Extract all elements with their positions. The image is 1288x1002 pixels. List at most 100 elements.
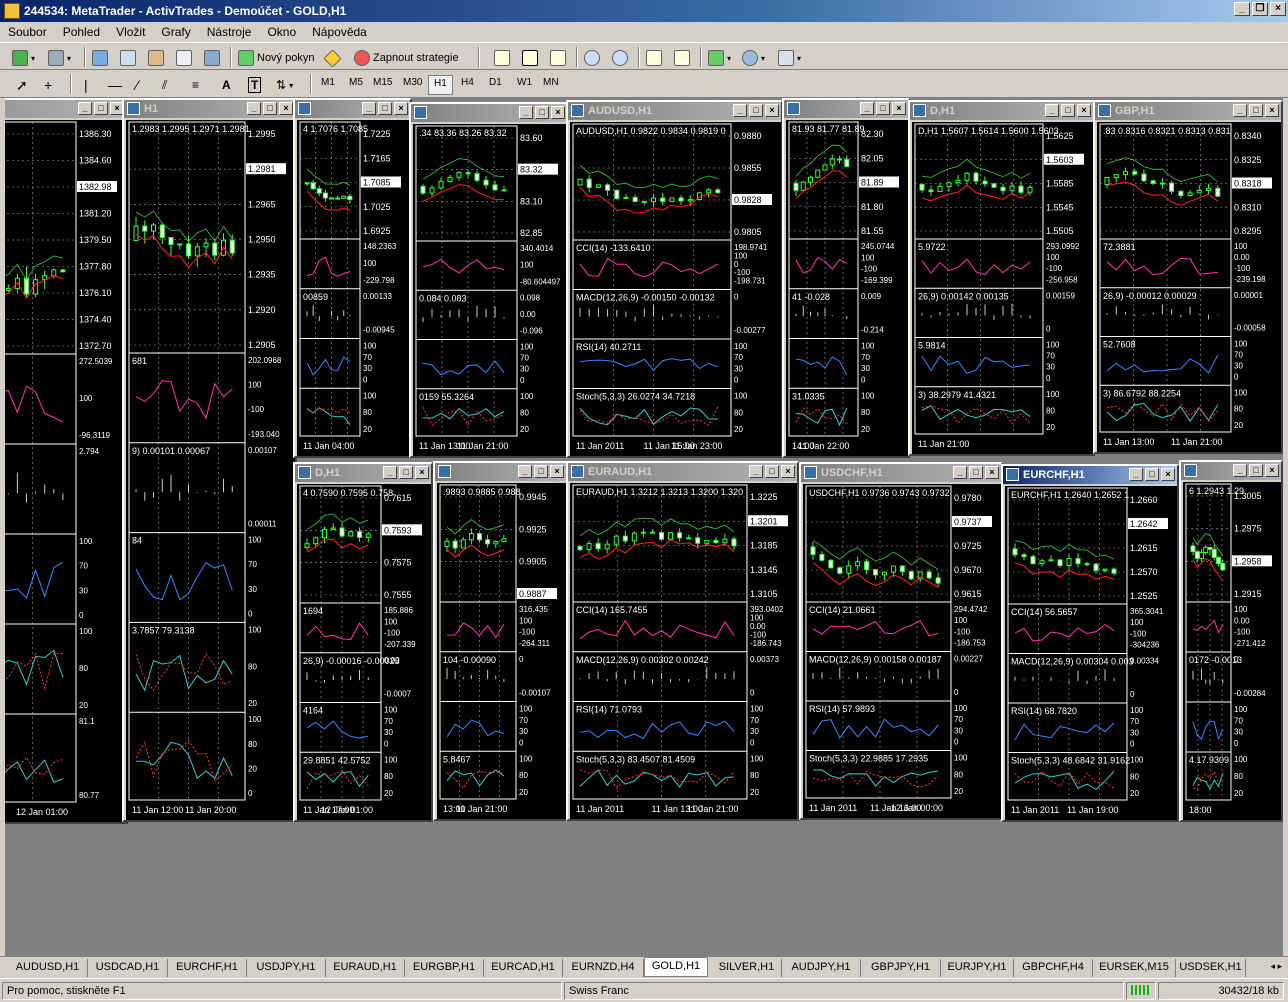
chart-window[interactable]: AUDUSD,H1 _ □ × AUDUSD,H1 0.9822 0.9834 0.98… [566, 100, 783, 458]
minimize-button[interactable]: _ [1233, 464, 1247, 477]
horizontal-line-icon[interactable]: — [108, 77, 122, 93]
minimize-button[interactable]: _ [1233, 104, 1247, 117]
tab-eurcad-h1[interactable]: EURCAD,H1 [484, 959, 563, 977]
tab-scroll-arrows[interactable]: ◂ ▸ [1270, 961, 1282, 972]
restore-button[interactable]: ❐ [1252, 2, 1268, 16]
chart-window[interactable]: EURCHF,H1 _ □ × EURCHF,H1 1.2640 1.2652 1 1.2… [1001, 464, 1179, 822]
chart-window-caption[interactable]: EURCHF,H1 _ □ × [1003, 466, 1177, 484]
tab-usdsek-h1[interactable]: USDSEK,H1 [1176, 959, 1246, 977]
tab-usdjpy-h1[interactable]: USDJPY,H1 [247, 959, 326, 977]
close-button[interactable]: × [551, 106, 565, 119]
maximize-button[interactable]: □ [969, 466, 983, 479]
timeframe-d1[interactable]: D1 [484, 75, 507, 95]
timeframe-mn[interactable]: MN [538, 75, 564, 95]
tab-gbpchf-h4[interactable]: GBPCHF,H4 [1014, 959, 1093, 977]
autotrading-button[interactable]: Zapnout strategie [354, 47, 459, 69]
trendline-icon[interactable]: ⁄ [136, 77, 138, 93]
menu-insert[interactable]: Vložit [108, 22, 153, 42]
zoom-out-icon[interactable] [612, 50, 628, 66]
navigator-icon[interactable] [148, 50, 164, 66]
minimize-button[interactable]: _ [247, 102, 261, 115]
timeframe-m5[interactable]: M5 [344, 75, 368, 95]
close-button[interactable]: × [1077, 104, 1091, 117]
metaeditor-icon[interactable] [323, 48, 342, 68]
price-chart[interactable]: D,H1 1.5607 1.5614 1.5600 1.56031.5625 1.… [912, 122, 1093, 454]
profiles-icon[interactable] [48, 50, 64, 66]
timeframe-m30[interactable]: M30 [398, 75, 427, 95]
chart-window-caption[interactable]: AUDUSD,H1 _ □ × [568, 102, 781, 120]
tab-silver-h1[interactable]: SILVER,H1 [712, 959, 782, 977]
minimize-button[interactable]: _ [383, 466, 397, 479]
chart-window-caption[interactable]: D,H1 _ □ × [295, 464, 431, 482]
menu-window[interactable]: Okno [259, 22, 304, 42]
data-window-icon[interactable] [120, 50, 136, 66]
tab-eurgbp-h1[interactable]: EURGBP,H1 [405, 959, 484, 977]
timeframe-w1[interactable]: W1 [512, 75, 537, 95]
text-icon[interactable]: A [222, 78, 231, 92]
tab-eurnzd-h4[interactable]: EURNZD,H4 [563, 959, 644, 977]
minimize-button[interactable]: _ [749, 465, 763, 478]
close-button[interactable]: × [1161, 468, 1175, 481]
periods-icon[interactable] [742, 50, 758, 66]
maximize-button[interactable]: □ [399, 466, 413, 479]
chart-shift-icon[interactable] [674, 50, 690, 66]
price-chart[interactable]: .75 1384.18 1381.1386.301384.601382.9813… [5, 120, 126, 822]
close-button[interactable]: × [279, 102, 293, 115]
tab-gbpjpy-h1[interactable]: GBPJPY,H1 [861, 959, 941, 977]
new-order-button[interactable]: Nový pokyn [238, 47, 314, 69]
new-chart-icon[interactable] [12, 50, 28, 66]
chart-window[interactable]: _ □ × 6 1.2943 1.29 1.3005 1.2975 1.2958 1.2915… [1179, 460, 1283, 822]
maximize-button[interactable]: □ [1249, 104, 1263, 117]
minimize-button[interactable]: _ [1129, 468, 1143, 481]
tab-eurjpy-h1[interactable]: EURJPY,H1 [941, 959, 1014, 977]
vertical-line-icon[interactable]: | [84, 77, 88, 93]
price-chart[interactable]: EURCHF,H1 1.2640 1.2652 1 1.2660 1.2642 1.2… [1005, 486, 1177, 820]
close-button[interactable]: × [394, 102, 408, 115]
tab-eursek-m15[interactable]: EURSEK,M15 [1093, 959, 1176, 977]
chart-window-caption[interactable]: _ □ × [1181, 462, 1281, 480]
chart-window[interactable]: D,H1 _ □ × D,H1 1.5607 1.5614 1.5600 1.5603 1… [908, 100, 1095, 456]
templates-icon[interactable] [778, 50, 794, 66]
maximize-button[interactable]: □ [263, 102, 277, 115]
chart-window[interactable]: USDCHF,H1 _ □ × USDCHF,H1 0.9736 0.9743 0.97… [799, 462, 1003, 820]
chart-window[interactable]: H1 _ □ × 1.2983 1.2995 1.2971 1.2981 1.2995 1.… [122, 98, 297, 822]
close-button[interactable]: × [550, 465, 564, 478]
line-chart-icon[interactable] [550, 50, 566, 66]
tab-audusd-h1[interactable]: AUDUSD,H1 [8, 959, 88, 977]
price-chart[interactable]: .83 0.8316 0.8321 0.8313 0.831 0.8340 0.83… [1097, 122, 1281, 452]
fibonacci-icon[interactable]: ≡ [192, 78, 199, 92]
close-button[interactable]: × [415, 466, 429, 479]
price-chart[interactable]: 4 1.7076 1.70851.7225 1.7165 1.7085 1.7025 1… [297, 120, 410, 456]
chart-window-caption[interactable]: D,H1 _ □ × [910, 102, 1093, 120]
menu-view[interactable]: Pohled [55, 22, 108, 42]
candlestick-icon[interactable] [522, 50, 538, 66]
price-chart[interactable]: USDCHF,H1 0.9736 0.9743 0.9732 0.9780 0.97… [803, 484, 1001, 818]
market-watch-icon[interactable] [92, 50, 108, 66]
maximize-button[interactable]: □ [1145, 468, 1159, 481]
menu-file[interactable]: Soubor [0, 22, 55, 42]
maximize-button[interactable]: □ [535, 106, 549, 119]
tester-icon[interactable] [204, 50, 220, 66]
chart-window[interactable]: D,H1 _ □ × 4 0.7590 0.7595 0.758 0.7615 0.7593… [293, 462, 433, 822]
chart-window[interactable]: _ □ × .9893 0.9885 0.988 0.9945 0.9925 0.9905 0… [433, 461, 568, 821]
chart-window-caption[interactable]: _ □ × [5, 100, 126, 118]
minimize-button[interactable]: _ [362, 102, 376, 115]
timeframe-m15[interactable]: M15 [368, 75, 397, 95]
zoom-in-icon[interactable] [584, 50, 600, 66]
close-button[interactable]: × [1270, 2, 1286, 16]
text-label-icon[interactable]: T [248, 77, 262, 93]
maximize-button[interactable]: □ [876, 102, 890, 115]
maximize-button[interactable]: □ [765, 465, 779, 478]
chart-window[interactable]: _ □ × .34 83.36 83.26 83.32 83.60 83.32 83.10 8… [409, 102, 569, 458]
tab-euraud-h1[interactable]: EURAUD,H1 [326, 959, 405, 977]
timeframe-m1[interactable]: M1 [316, 75, 340, 95]
chart-window-caption[interactable]: _ □ × [784, 100, 908, 118]
indicators-icon[interactable] [708, 50, 724, 66]
terminal-icon[interactable] [176, 50, 192, 66]
close-button[interactable]: × [1265, 104, 1279, 117]
close-button[interactable]: × [781, 465, 795, 478]
minimize-button[interactable]: _ [1234, 2, 1250, 16]
close-button[interactable]: × [985, 466, 999, 479]
tab-audjpy-h1[interactable]: AUDJPY,H1 [782, 959, 861, 977]
maximize-button[interactable]: □ [1249, 464, 1263, 477]
